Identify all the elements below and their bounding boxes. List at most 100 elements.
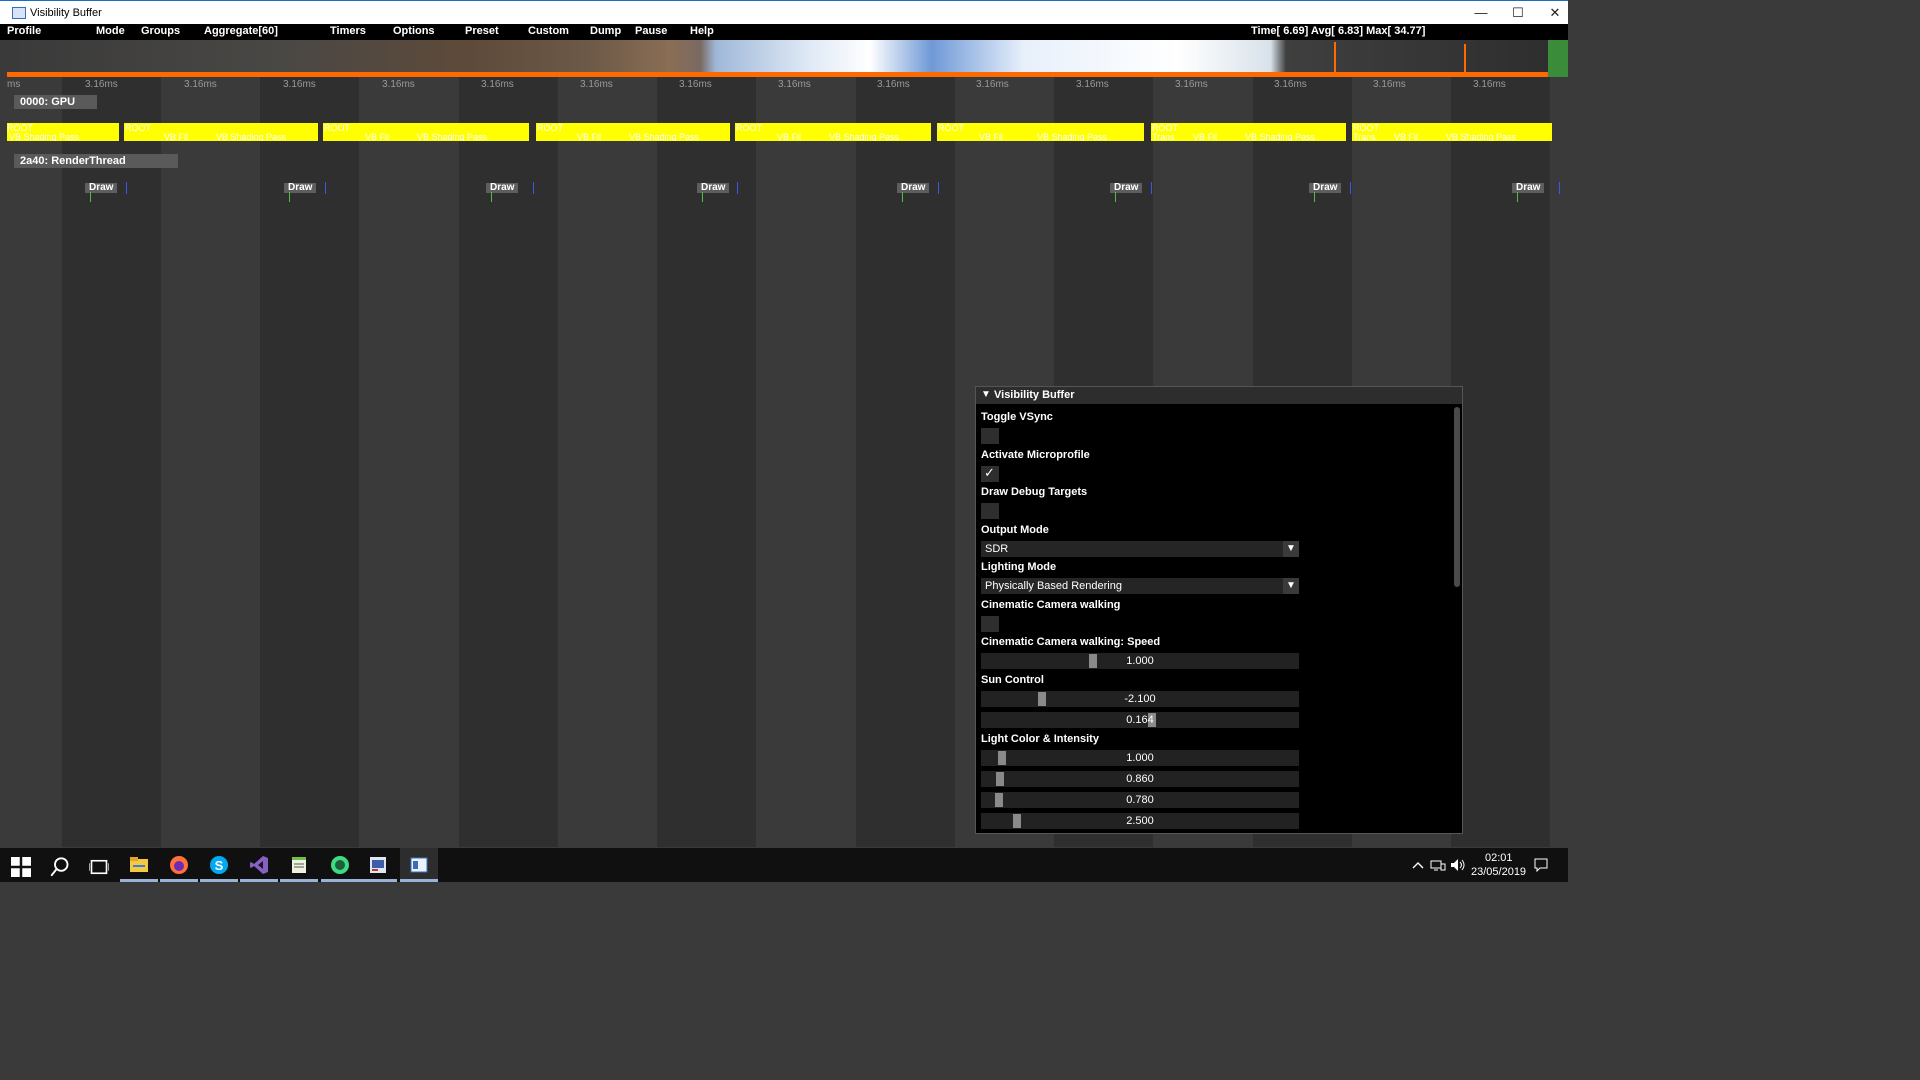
draw-marker-end [938, 182, 939, 194]
gpu-scope-label: VB Shading Pass [1245, 132, 1316, 141]
menu-timers[interactable]: Timers [330, 25, 366, 37]
light-color-b-slider[interactable]: 0.780 [981, 792, 1299, 808]
notification-icon[interactable] [1534, 858, 1548, 872]
draw-debug-targets-checkbox[interactable] [981, 503, 999, 519]
gpu-frame-block[interactable]: ROOT VB Fil VB Shading Pass [536, 123, 730, 141]
cinematic-camera-label: Cinematic Camera walking [981, 599, 1121, 611]
sun-control-x-slider[interactable]: -2.100 [981, 691, 1299, 707]
light-color-r-slider[interactable]: 1.000 [981, 750, 1299, 766]
chevron-up-icon[interactable] [1412, 860, 1424, 870]
cinematic-speed-slider[interactable]: 1.000 [981, 653, 1299, 669]
draw-marker-tick [491, 192, 492, 202]
gpu-frame-block[interactable]: ROOT VB Fil VB Shading Pass [735, 123, 931, 141]
cinematic-camera-checkbox[interactable] [981, 616, 999, 632]
collapse-triangle-icon[interactable]: ▼ [981, 389, 991, 400]
light-color-label: Light Color & Intensity [981, 733, 1099, 745]
dropdown-arrow-icon[interactable]: ▼ [1283, 578, 1299, 594]
panel-header[interactable]: ▼ Visibility Buffer [976, 387, 1462, 404]
menu-profile[interactable]: Profile [7, 25, 41, 37]
taskbar: S 02:01 23/05/2019 [0, 848, 1568, 882]
draw-marker-end [1151, 182, 1152, 194]
draw-marker-tick [289, 192, 290, 202]
android-studio-icon[interactable] [330, 855, 350, 875]
active-app-indicator [240, 879, 278, 882]
gpu-scope-label: Trans [1152, 132, 1175, 141]
app-icon [12, 7, 26, 19]
frame-time-graph[interactable] [7, 40, 1548, 77]
light-color-g-slider[interactable]: 0.860 [981, 771, 1299, 787]
file-explorer-icon[interactable] [129, 855, 149, 875]
lighting-mode-select[interactable]: Physically Based Rendering ▼ [981, 578, 1299, 594]
active-app-indicator [160, 879, 198, 882]
active-app-indicator [280, 879, 318, 882]
gpu-scope-label: VB Fil [979, 132, 1004, 141]
clock-time[interactable]: 02:01 [1485, 852, 1513, 864]
menu-preset[interactable]: Preset [465, 25, 499, 37]
gpu-scope-label: VB Shading Pass [9, 132, 80, 141]
notepad-icon[interactable] [289, 855, 309, 875]
sun-control-y-slider[interactable]: 0.164 [981, 712, 1299, 728]
gpu-scope-label: VB Fil [577, 132, 602, 141]
draw-marker-end [533, 182, 534, 194]
gpu-frame-block[interactable]: ROOT Trans VB Fil VB Shading Pass [1352, 123, 1552, 141]
gpu-scope-label: VB Shading Pass [216, 132, 287, 141]
visibility-buffer-panel: ▼ Visibility Buffer Toggle VSync Activat… [975, 386, 1463, 834]
gpu-frame-block[interactable]: ROOT Trans VB Fil VB Shading Pass [1151, 123, 1346, 141]
gpu-scope-label: VB Shading Pass [829, 132, 900, 141]
menu-groups[interactable]: Groups [141, 25, 180, 37]
draw-marker-tick [1517, 192, 1518, 202]
menu-pause[interactable]: Pause [635, 25, 667, 37]
tick-label: 3.16ms [1373, 79, 1406, 90]
scene-preview-strip [7, 40, 1548, 72]
volume-icon[interactable] [1450, 858, 1466, 872]
visual-studio-icon[interactable] [249, 855, 269, 875]
active-app-indicator [321, 879, 359, 882]
gpu-frame-block[interactable]: ROOT VB Fil VB Shading Pass [124, 123, 318, 141]
maximize-button[interactable]: ☐ [1503, 4, 1533, 22]
render-thread-label[interactable]: 2a40: RenderThread [14, 154, 178, 168]
draw-marker-tick [1115, 192, 1116, 202]
active-app-indicator [200, 879, 238, 882]
gpu-scope-label: VB Shading Pass [1446, 132, 1517, 141]
tick-label: 3.16ms [1076, 79, 1109, 90]
task-view-icon[interactable] [89, 857, 109, 877]
gpu-frame-block[interactable]: ROOT VB Fil VB Shading Pass [937, 123, 1144, 141]
menu-dump[interactable]: Dump [590, 25, 621, 37]
gpu-scope-label: VB Fil [365, 132, 390, 141]
light-intensity-slider[interactable]: 2.500 [981, 813, 1299, 829]
activate-microprofile-checkbox[interactable]: ✓ [981, 465, 999, 482]
tick-label: 3.16ms [184, 79, 217, 90]
tick-label: 3.16ms [1274, 79, 1307, 90]
gpu-thread-label[interactable]: 0000: GPU [14, 95, 97, 109]
panel-scrollbar[interactable] [1454, 407, 1460, 587]
tick-label: ms [7, 79, 21, 90]
minimize-button[interactable]: — [1466, 4, 1496, 22]
network-icon[interactable] [1430, 858, 1446, 872]
checkmark-icon: ✓ [984, 465, 995, 480]
menu-bar: Profile Mode Groups Aggregate[60] Timers… [0, 24, 1568, 40]
menu-options[interactable]: Options [393, 25, 435, 37]
skype-icon[interactable]: S [209, 855, 229, 875]
menu-help[interactable]: Help [690, 25, 714, 37]
dropdown-arrow-icon[interactable]: ▼ [1283, 541, 1299, 557]
gpu-frame-block[interactable]: ROOT VB Fil VB Shading Pass [323, 123, 529, 141]
menu-custom[interactable]: Custom [528, 25, 569, 37]
windows-start-icon[interactable] [11, 857, 31, 877]
frame-spike [1334, 42, 1336, 77]
close-button[interactable]: ✕ [1540, 4, 1570, 22]
toggle-vsync-label: Toggle VSync [981, 411, 1053, 423]
toggle-vsync-checkbox[interactable] [981, 428, 999, 444]
clock-date[interactable]: 23/05/2019 [1471, 866, 1526, 878]
image-viewer-icon[interactable] [368, 855, 388, 875]
visibility-buffer-app-icon[interactable] [409, 855, 429, 875]
menu-aggregate[interactable]: Aggregate[60] [204, 25, 278, 37]
menu-mode[interactable]: Mode [96, 25, 125, 37]
firefox-icon[interactable] [169, 855, 189, 875]
panel-title: Visibility Buffer [994, 389, 1075, 401]
graph-scroll-indicator [1548, 40, 1568, 77]
title-bar: Visibility Buffer — ☐ ✕ [0, 0, 1568, 24]
search-icon[interactable] [50, 857, 70, 877]
gpu-frame-block[interactable]: ROOT VB Shading Pass [7, 123, 119, 141]
output-mode-select[interactable]: SDR ▼ [981, 541, 1299, 557]
activate-microprofile-label: Activate Microprofile [981, 449, 1090, 461]
